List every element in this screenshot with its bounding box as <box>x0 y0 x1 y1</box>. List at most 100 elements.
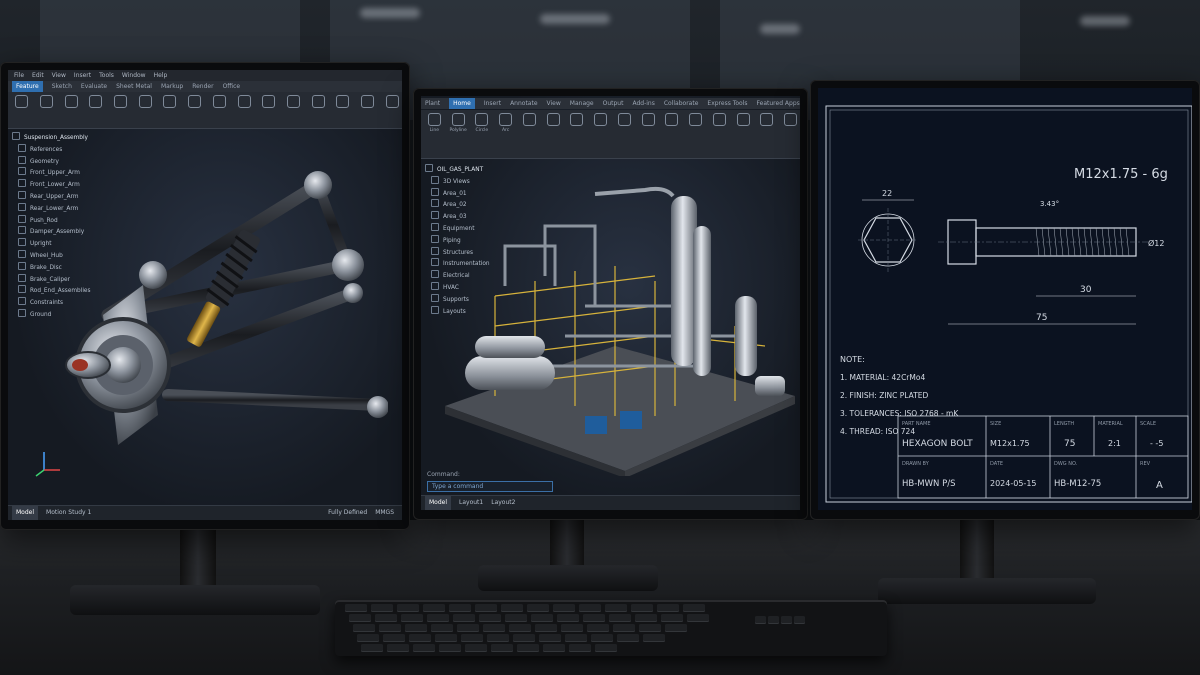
keyboard-key <box>561 624 583 632</box>
keyboard-key <box>557 614 579 622</box>
ribbon-button[interactable] <box>160 95 180 123</box>
keyboard-key <box>583 614 605 622</box>
keyboard-key <box>605 604 627 612</box>
ribbon-button[interactable] <box>382 95 402 123</box>
ribbon-button[interactable] <box>185 95 205 123</box>
tool-icon <box>736 113 750 126</box>
ribbon-button[interactable] <box>358 95 378 123</box>
menu-item-insert[interactable]: Insert <box>74 70 91 81</box>
oil-gas-plant-model-3d[interactable] <box>435 186 800 476</box>
keyboard-key <box>531 614 553 622</box>
ribbon-button[interactable] <box>615 113 634 141</box>
tab-insert[interactable]: Insert <box>484 98 501 109</box>
layout-tab-model[interactable]: Model <box>425 496 452 510</box>
ribbon-button[interactable] <box>639 113 658 141</box>
tree-item-label: References <box>30 146 63 153</box>
tab-output[interactable]: Output <box>603 98 624 109</box>
command-input[interactable]: Type a command <box>427 481 553 492</box>
ribbon-button[interactable] <box>61 95 81 123</box>
part-icon <box>18 214 26 223</box>
tab-annotate[interactable]: Annotate <box>510 98 537 109</box>
ribbon-button[interactable] <box>591 113 610 141</box>
menu-item-help[interactable]: Help <box>154 70 168 81</box>
svg-text:2. FINISH: ZINC PLATED: 2. FINISH: ZINC PLATED <box>840 391 929 400</box>
ribbon-toolbar: Line Polyline Circle Arc <box>421 110 800 159</box>
ribbon-button[interactable] <box>710 113 729 141</box>
ribbon-button[interactable] <box>758 113 777 141</box>
keyboard-key <box>579 604 601 612</box>
suspension-model-3d[interactable] <box>48 165 388 485</box>
ribbon-button[interactable] <box>37 95 57 123</box>
command-label: Command: <box>427 471 460 478</box>
tab-manage[interactable]: Manage <box>570 98 594 109</box>
status-tab-motion[interactable]: Motion Study 1 <box>46 506 91 520</box>
menu-item-file[interactable]: File <box>14 70 24 81</box>
keyboard-key <box>527 604 549 612</box>
menu-bar: File Edit View Insert Tools Window Help <box>8 70 402 81</box>
tab-sheet-metal[interactable]: Sheet Metal <box>116 81 152 92</box>
tab-express-tools[interactable]: Express Tools <box>707 98 747 109</box>
tab-view[interactable]: View <box>547 98 561 109</box>
ribbon-button[interactable] <box>284 95 304 123</box>
ribbon-button-label: Line <box>429 128 440 133</box>
tree-root[interactable]: OIL_GAS_PLANT <box>421 164 531 176</box>
tab-featured-apps[interactable]: Featured Apps <box>757 98 800 109</box>
ribbon-button-line[interactable]: Line <box>425 113 444 141</box>
keyboard-key <box>383 634 405 642</box>
ribbon-button[interactable] <box>520 113 539 141</box>
tab-evaluate[interactable]: Evaluate <box>81 81 107 92</box>
ribbon-button-polyline[interactable]: Polyline <box>449 113 468 141</box>
ribbon-toolbar <box>8 92 402 129</box>
ribbon-button[interactable] <box>135 95 155 123</box>
status-state: Fully Defined <box>328 509 368 516</box>
tab-sketch[interactable]: Sketch <box>52 81 72 92</box>
tab-render[interactable]: Render <box>192 81 213 92</box>
status-units[interactable]: MMGS <box>375 506 394 520</box>
layout-tab-layout2[interactable]: Layout2 <box>491 496 515 510</box>
ceiling-light <box>760 24 800 34</box>
status-tab-model[interactable]: Model <box>12 506 39 520</box>
command-line: Command: Type a command <box>427 471 553 492</box>
tab-home[interactable]: Home <box>449 98 475 109</box>
keyboard-key <box>639 624 661 632</box>
workspace-scene: File Edit View Insert Tools Window Help Featur… <box>0 0 1200 675</box>
ribbon-button[interactable] <box>308 95 328 123</box>
ribbon-button[interactable] <box>259 95 279 123</box>
ribbon-button-arc[interactable]: Arc <box>496 113 515 141</box>
ribbon-button[interactable] <box>544 113 563 141</box>
menu-item-tools[interactable]: Tools <box>99 70 114 81</box>
tab-markup[interactable]: Markup <box>161 81 183 92</box>
tab-feature[interactable]: Feature <box>12 81 43 92</box>
ribbon-button[interactable] <box>568 113 587 141</box>
tree-root[interactable]: Suspension_Assembly <box>8 132 126 144</box>
tree-item[interactable]: References <box>8 143 126 156</box>
ribbon-button[interactable] <box>12 95 32 123</box>
ribbon-button[interactable] <box>86 95 106 123</box>
ribbon-button[interactable] <box>663 113 682 141</box>
ribbon-button[interactable] <box>333 95 353 123</box>
ribbon-button[interactable] <box>686 113 705 141</box>
layout-tab-layout1[interactable]: Layout1 <box>459 496 483 510</box>
menu-item-window[interactable]: Window <box>122 70 146 81</box>
drawing-sheet[interactable]: M12x1.75 - 6g 22 3.43° Ø12 30 75 NOTE: 1… <box>818 88 1192 510</box>
ribbon-button-circle[interactable]: Circle <box>473 113 492 141</box>
keyboard-key <box>361 644 383 652</box>
svg-text:SCALE: SCALE <box>1140 421 1156 427</box>
ribbon-button[interactable] <box>781 113 800 141</box>
svg-text:DWG NO.: DWG NO. <box>1054 461 1078 467</box>
menu-item-view[interactable]: View <box>52 70 66 81</box>
svg-text:HEXAGON BOLT: HEXAGON BOLT <box>902 439 973 449</box>
tool-icon <box>689 113 703 126</box>
ribbon-button[interactable] <box>111 95 131 123</box>
ribbon-button[interactable] <box>210 95 230 123</box>
cad-window-left: File Edit View Insert Tools Window Help Featur… <box>8 70 402 520</box>
tab-collaborate[interactable]: Collaborate <box>664 98 699 109</box>
keyboard-key <box>387 644 409 652</box>
tab-plant[interactable]: Plant <box>425 98 440 109</box>
tab-add-ins[interactable]: Add-ins <box>632 98 654 109</box>
ribbon-button[interactable] <box>234 95 254 123</box>
ribbon-button[interactable] <box>734 113 753 141</box>
tab-office[interactable]: Office <box>223 81 241 92</box>
svg-text:LENGTH: LENGTH <box>1054 421 1074 427</box>
menu-item-edit[interactable]: Edit <box>32 70 44 81</box>
